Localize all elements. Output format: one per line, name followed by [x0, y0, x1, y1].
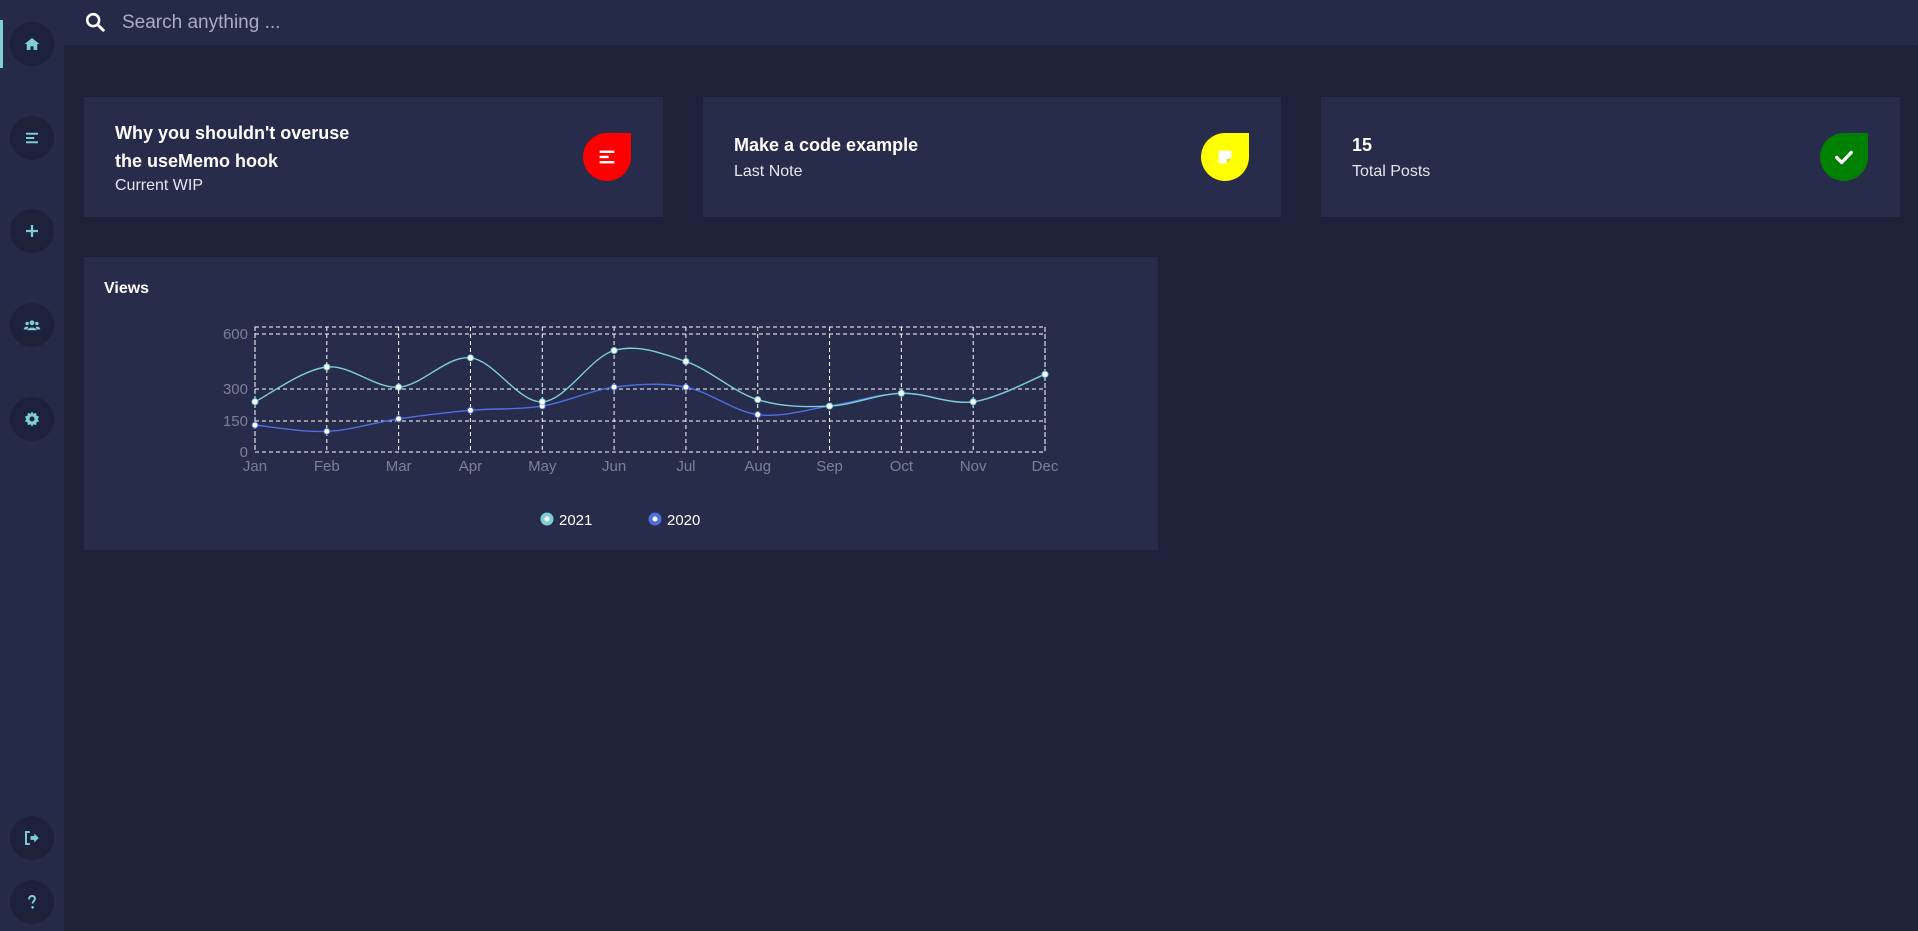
check-icon	[1835, 150, 1853, 165]
legend-marker-dot-2021	[544, 516, 550, 522]
card-badge	[1201, 133, 1249, 181]
x-tick-label: Feb	[314, 458, 340, 475]
add-button[interactable]	[10, 209, 54, 253]
data-point-2021	[754, 396, 762, 404]
help-button[interactable]	[10, 880, 54, 924]
card-subtitle: Total Posts	[1352, 163, 1431, 180]
sidebar	[0, 0, 64, 931]
legend-label-2020: 2020	[667, 512, 700, 529]
x-tick-label: Nov	[960, 458, 987, 475]
x-tick-label: Jun	[602, 458, 626, 475]
card-value: 15	[1352, 135, 1373, 155]
card-title: Make a code example	[734, 135, 919, 155]
y-tick-label: 0	[240, 444, 248, 461]
card-title-line-1: Why you shouldn't overuse	[115, 123, 350, 143]
data-point-2021	[538, 398, 546, 406]
settings-button[interactable]	[10, 397, 54, 441]
views-chart: Jan Feb Mar Apr May Jun Jul Aug Sep Oct Nov Dec0150…	[223, 326, 1059, 529]
data-point-2021	[969, 398, 977, 406]
posts-button[interactable]	[10, 116, 54, 160]
home-button[interactable]	[10, 22, 54, 66]
data-point-2021	[466, 354, 474, 362]
data-point-2020	[754, 411, 762, 419]
data-point-2020	[466, 406, 474, 414]
help-icon	[28, 895, 36, 909]
legend-label-2021: 2021	[559, 512, 592, 529]
current-wip-card[interactable]: Why you shouldn't overuse the useMemo ho…	[84, 97, 663, 217]
data-point-2021	[323, 363, 331, 371]
y-tick-label: 300	[223, 381, 248, 398]
align-left-icon	[599, 150, 615, 164]
active-indicator	[0, 20, 3, 68]
data-point-2020	[395, 415, 403, 423]
logout-button[interactable]	[10, 816, 54, 860]
y-tick-label: 600	[223, 326, 248, 343]
data-point-2020	[251, 421, 259, 429]
x-tick-label: Mar	[386, 458, 412, 475]
series-line-2020	[254, 373, 1046, 433]
users-icon	[23, 320, 41, 331]
data-point-2020	[610, 383, 618, 391]
series-line-2021	[254, 347, 1046, 408]
views-chart-panel: Views Jan Feb Mar Apr May Jun Jul Aug Sep Oct Nov D…	[84, 257, 1158, 550]
x-tick-label: Apr	[459, 458, 482, 475]
sticky-note-icon	[1218, 150, 1232, 164]
x-tick-label: Oct	[890, 458, 914, 475]
legend-marker-dot-2020	[652, 516, 658, 522]
y-tick-label: 150	[223, 413, 248, 430]
home-icon	[24, 38, 40, 50]
data-point-2021	[1041, 370, 1049, 378]
users-button[interactable]	[10, 303, 54, 347]
data-point-2020	[323, 427, 331, 435]
data-point-2020	[682, 383, 690, 391]
logout-icon	[25, 831, 39, 845]
data-point-2021	[610, 347, 618, 354]
data-point-2021	[395, 383, 403, 391]
list-icon	[26, 132, 38, 144]
data-point-2021	[826, 402, 834, 410]
data-point-2021	[251, 398, 259, 406]
data-point-2021	[897, 389, 905, 397]
data-point-2021	[682, 358, 690, 365]
last-note-card[interactable]: Make a code example Last Note	[703, 97, 1281, 217]
x-tick-label: Dec	[1032, 458, 1059, 475]
x-tick-label: Jul	[676, 458, 695, 475]
total-posts-card[interactable]: 15 Total Posts	[1321, 97, 1900, 217]
card-subtitle: Last Note	[734, 163, 803, 180]
x-tick-label: Sep	[816, 458, 843, 475]
gear-icon	[24, 411, 40, 427]
x-tick-label: Aug	[744, 458, 771, 475]
card-subtitle: Current WIP	[115, 177, 204, 194]
search-input[interactable]	[120, 6, 824, 40]
search-icon[interactable]	[84, 11, 106, 33]
card-badge	[1820, 133, 1868, 181]
card-title-line-2: the useMemo hook	[115, 151, 279, 171]
card-badge	[583, 133, 631, 181]
plus-icon	[26, 225, 38, 237]
x-tick-label: May	[528, 458, 557, 475]
top-bar	[64, 0, 1918, 45]
